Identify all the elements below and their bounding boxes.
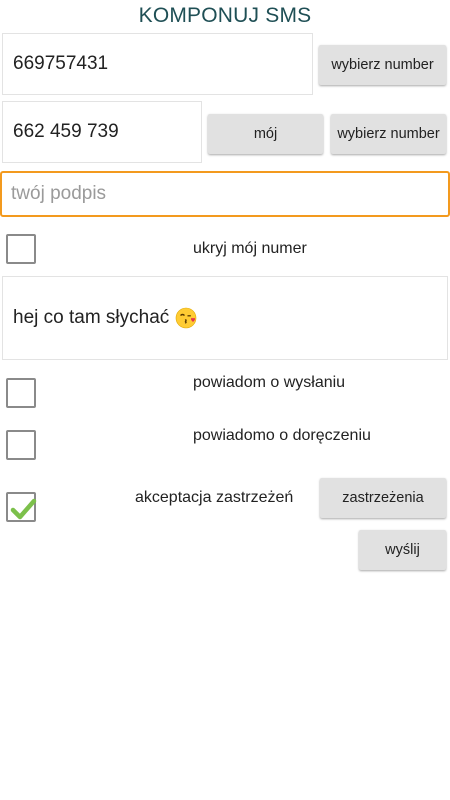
kissing-face-icon [175, 307, 197, 329]
send-button[interactable]: wyślij [359, 530, 446, 570]
recipient-phone-input[interactable]: 669757431 [2, 33, 313, 95]
message-text: hej co tam słychać [13, 307, 170, 328]
my-number-button[interactable]: mój [208, 114, 323, 154]
checkmark-icon [10, 498, 37, 520]
choose-recipient-number-button[interactable]: wybierz number [319, 45, 446, 85]
hide-number-checkbox[interactable] [6, 234, 36, 264]
choose-sender-number-button[interactable]: wybierz number [331, 114, 446, 154]
recipient-phone-value: 669757431 [13, 53, 109, 74]
terms-label: akceptacja zastrzeżeń [135, 489, 294, 506]
terms-checkbox[interactable] [6, 492, 37, 522]
notify-sent-checkbox[interactable] [6, 378, 36, 408]
terms-button[interactable]: zastrzeżenia [320, 478, 446, 518]
hide-number-label: ukryj mój numer [193, 240, 307, 257]
page-title: KOMPONUJ SMS [138, 4, 312, 27]
sender-phone-value: 662 459 739 [13, 121, 119, 142]
sender-phone-input[interactable]: 662 459 739 [2, 101, 202, 163]
notify-sent-label: powiadom o wysłaniu [193, 374, 346, 391]
notify-delivery-label: powiadomo o doręczeniu [193, 427, 371, 444]
signature-input[interactable]: twój podpis [0, 171, 450, 217]
notify-delivery-checkbox[interactable] [6, 430, 36, 460]
signature-placeholder: twój podpis [11, 183, 107, 204]
message-input[interactable]: hej co tam słychać [2, 276, 448, 360]
